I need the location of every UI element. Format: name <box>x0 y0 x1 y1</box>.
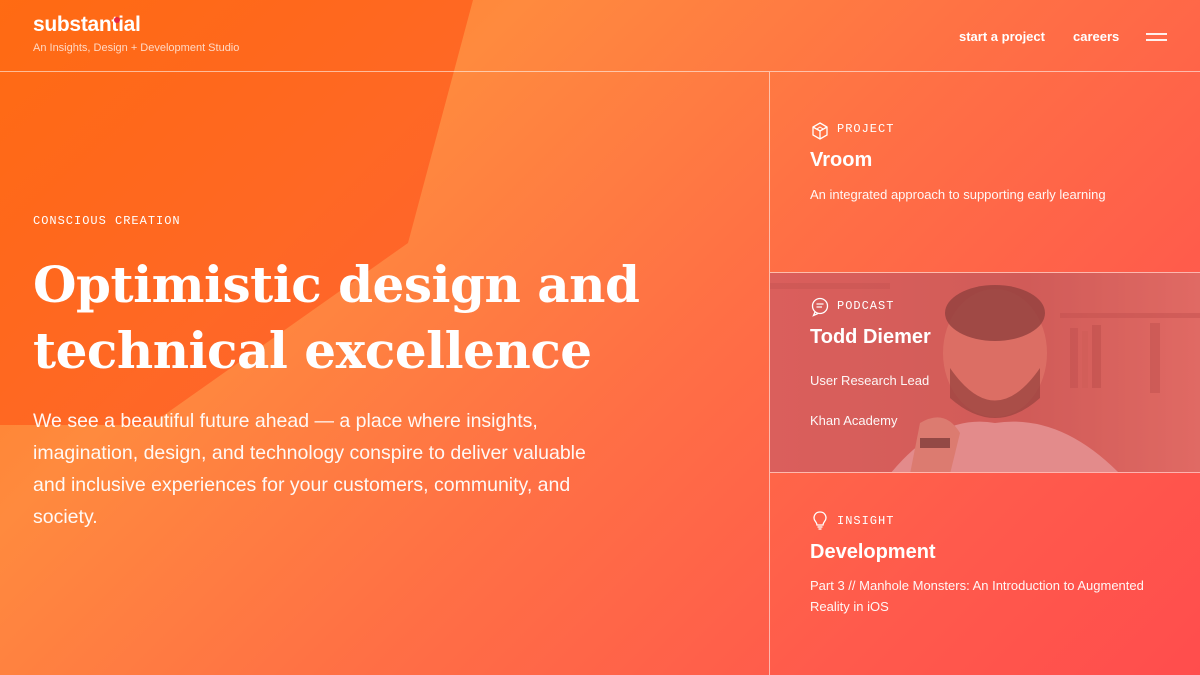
nav-start-a-project[interactable]: start a project <box>959 29 1045 45</box>
site-header: substantial An Insights, Design + Develo… <box>0 0 1200 72</box>
podcast-guest-role: User Research Lead <box>810 373 930 388</box>
column-divider <box>769 72 770 675</box>
card-title[interactable]: Development <box>810 540 936 564</box>
card-project[interactable]: PROJECT Vroom An integrated approach to … <box>770 72 1200 272</box>
card-title[interactable]: Vroom <box>810 148 872 172</box>
hero-headline: Optimistic design and technical excellen… <box>33 255 640 380</box>
site-logo[interactable]: substantial <box>33 13 141 37</box>
hero-eyebrow: CONSCIOUS CREATION <box>33 214 181 228</box>
card-type-label: INSIGHT <box>837 514 895 528</box>
menu-line <box>1146 39 1167 41</box>
menu-line <box>1146 33 1167 35</box>
card-title[interactable]: Todd Diemer <box>810 325 931 349</box>
card-description: An integrated approach to supporting ear… <box>810 187 1106 202</box>
card-description: Part 3 // Manhole Monsters: An Introduct… <box>810 578 1144 614</box>
lightbulb-icon <box>813 511 827 530</box>
logo-dot <box>114 17 120 23</box>
cube-icon <box>812 122 828 140</box>
site-tagline: An Insights, Design + Development Studio <box>33 42 240 54</box>
speech-bubble-icon <box>811 297 829 317</box>
card-type-label: PODCAST <box>837 299 895 313</box>
hamburger-menu-icon[interactable] <box>1146 30 1168 44</box>
card-type-label: PROJECT <box>837 122 895 136</box>
card-insight[interactable]: INSIGHT Development Part 3 // Manhole Mo… <box>770 473 1200 675</box>
hero-intro: We see a beautiful future ahead — a plac… <box>33 410 586 528</box>
nav-careers[interactable]: careers <box>1073 29 1119 45</box>
podcast-guest-company: Khan Academy <box>810 413 898 428</box>
card-podcast[interactable]: PODCAST Todd Diemer User Research Lead K… <box>770 272 1200 473</box>
